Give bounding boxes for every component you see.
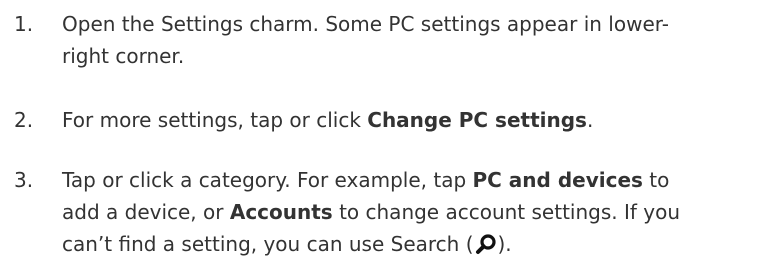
step-text-line: Tap or click a category. For example, ta… bbox=[62, 164, 762, 196]
step-number: 1. bbox=[14, 12, 34, 36]
step-text-segment: add a device, or bbox=[62, 200, 230, 224]
step-number: 3. bbox=[14, 168, 34, 192]
instruction-list: 1. Open the Settings charm. Some PC sett… bbox=[0, 0, 775, 266]
step-text-segment: can’t find a setting, you can use Search… bbox=[62, 232, 474, 256]
setting-name: Change PC settings bbox=[367, 108, 587, 132]
step-text-line: add a device, or Accounts to change acco… bbox=[62, 196, 762, 228]
step-text-segment: to bbox=[642, 168, 670, 192]
step-text-segment: to change account settings. If you bbox=[332, 200, 681, 224]
step-text: Tap or click a category. For example, ta… bbox=[62, 164, 762, 264]
step-text-segment: . bbox=[586, 108, 594, 132]
category-name: Accounts bbox=[229, 200, 333, 224]
step-text: Open the Settings charm. Some PC setting… bbox=[62, 8, 762, 72]
category-name: PC and devices bbox=[472, 168, 643, 192]
step-number: 2. bbox=[14, 108, 34, 132]
step-text-line: can’t find a setting, you can use Search… bbox=[62, 228, 762, 264]
step-text: For more settings, tap or click Change P… bbox=[62, 104, 762, 136]
step-text-segment: Tap or click a category. For example, ta… bbox=[62, 168, 473, 192]
step-text-segment: ). bbox=[497, 232, 512, 256]
search-icon bbox=[475, 232, 497, 264]
step-text-segment: For more settings, tap or click bbox=[62, 108, 368, 132]
step-text-line: right corner. bbox=[62, 44, 185, 68]
step-text-line: Open the Settings charm. Some PC setting… bbox=[62, 12, 669, 36]
